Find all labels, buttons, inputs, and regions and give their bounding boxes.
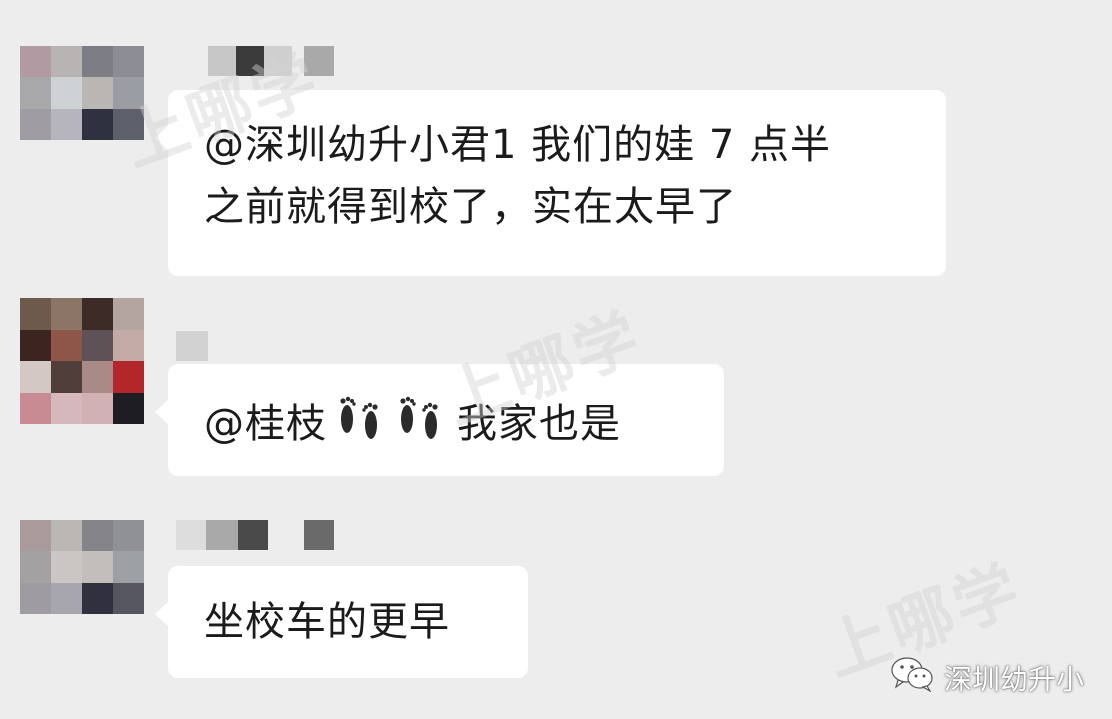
message-text: 之前就得到校了，实在太早了 [204, 184, 737, 230]
brand-label: 深圳幼升小 [943, 662, 1084, 696]
chat-window: @深圳幼升小君1 我们的娃 7 点半 之前就得到校了，实在太早了 @桂枝 我家也… [0, 0, 1112, 719]
message-bubble[interactable]: @桂枝 我家也是 [155, 364, 724, 476]
sender-name [176, 520, 334, 550]
wechat-icon [890, 656, 934, 699]
mention[interactable]: @桂枝 [204, 401, 327, 447]
mention[interactable]: @深圳幼升小君1 [204, 122, 517, 168]
footprints-icon [333, 389, 451, 463]
message-line: @桂枝 我家也是 [204, 389, 688, 463]
sender-name [208, 46, 334, 76]
message-bubble[interactable]: 坐校车的更早 [155, 566, 528, 678]
avatar[interactable] [20, 298, 144, 424]
message-text: 我们的娃 7 点半 [531, 122, 832, 168]
avatar[interactable] [20, 520, 144, 614]
source-brand: 深圳幼升小 [890, 656, 1084, 699]
message-bubble[interactable]: @深圳幼升小君1 我们的娃 7 点半 之前就得到校了，实在太早了 [155, 90, 946, 276]
avatar[interactable] [20, 46, 144, 140]
message-line: @深圳幼升小君1 我们的娃 7 点半 [204, 114, 910, 176]
message-text: 坐校车的更早 [204, 599, 450, 645]
sender-name [176, 331, 208, 361]
message-text: 我家也是 [457, 401, 621, 447]
